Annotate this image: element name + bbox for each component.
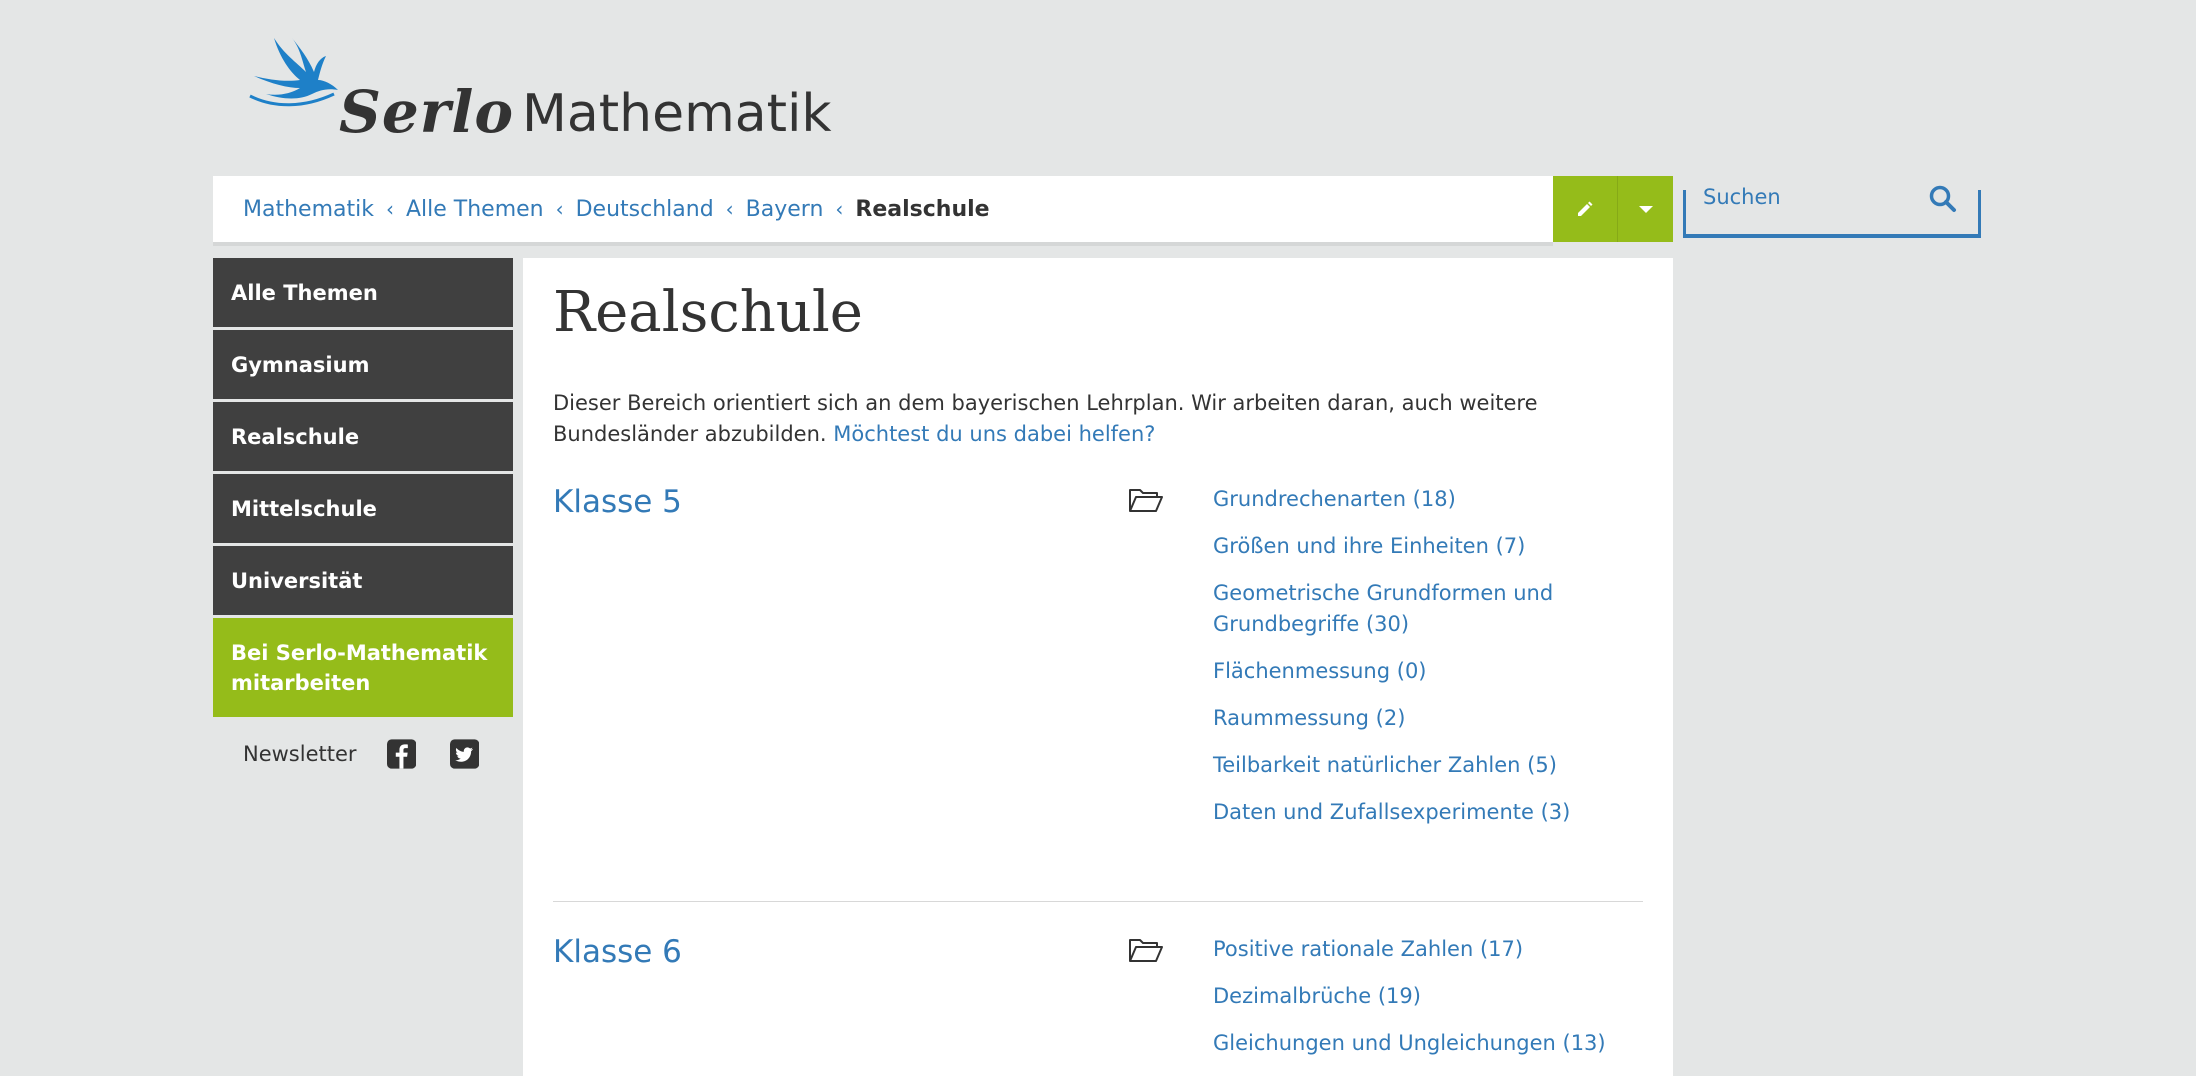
sidebar-item-universitaet[interactable]: Universität bbox=[213, 546, 513, 615]
social-links: Newsletter bbox=[213, 720, 513, 788]
sidebar-cta-mitarbeiten[interactable]: Bei Serlo-Mathematik mitarbeiten bbox=[213, 618, 513, 717]
search-icon[interactable] bbox=[1928, 184, 1958, 214]
folder-open-icon bbox=[1129, 939, 1163, 962]
section-title-klasse-6[interactable]: Klasse 6 bbox=[553, 934, 682, 970]
pencil-icon bbox=[1578, 201, 1593, 216]
breadcrumb-link-alle-themen[interactable]: Alle Themen bbox=[406, 197, 544, 222]
topic-list-klasse-5: Grundrechenarten (18) Größen und ihre Ei… bbox=[1213, 484, 1633, 844]
bird-logo-icon bbox=[249, 38, 338, 107]
caret-down-icon bbox=[1638, 205, 1653, 213]
topic-link[interactable]: Gleichungen und Ungleichungen (13) bbox=[1213, 1031, 1606, 1055]
brand-subject: Mathematik bbox=[522, 84, 832, 144]
twitter-icon[interactable] bbox=[449, 738, 479, 770]
topic-link[interactable]: Grundrechenarten (18) bbox=[1213, 487, 1456, 511]
topic-link[interactable]: Positive rationale Zahlen (17) bbox=[1213, 937, 1523, 961]
breadcrumb-link-deutschland[interactable]: Deutschland bbox=[576, 197, 714, 222]
topic-link[interactable]: Raummessung (2) bbox=[1213, 706, 1405, 730]
sidebar: Alle Themen Gymnasium Realschule Mittels… bbox=[213, 258, 513, 788]
facebook-icon[interactable] bbox=[386, 738, 416, 770]
chevron-left-icon: ‹ bbox=[725, 197, 734, 221]
chevron-left-icon: ‹ bbox=[385, 197, 394, 221]
more-options-button[interactable] bbox=[1618, 176, 1673, 242]
page-title: Realschule bbox=[553, 280, 863, 345]
breadcrumb-link-mathematik[interactable]: Mathematik bbox=[243, 197, 374, 222]
folder-open-icon bbox=[1129, 489, 1163, 512]
brand-name: Serlo bbox=[339, 78, 515, 146]
topic-link[interactable]: Flächenmessung (0) bbox=[1213, 659, 1427, 683]
topic-link[interactable]: Größen und ihre Einheiten (7) bbox=[1213, 534, 1525, 558]
intro-text: Dieser Bereich orientiert sich an dem ba… bbox=[553, 388, 1653, 450]
topic-link[interactable]: Daten und Zufallsexperimente (3) bbox=[1213, 800, 1570, 824]
section-title-klasse-5[interactable]: Klasse 5 bbox=[553, 484, 682, 520]
topic-list-klasse-6: Positive rationale Zahlen (17) Dezimalbr… bbox=[1213, 934, 1633, 1075]
breadcrumb-current: Realschule bbox=[855, 196, 990, 222]
sidebar-item-alle-themen[interactable]: Alle Themen bbox=[213, 258, 513, 327]
newsletter-link[interactable]: Newsletter bbox=[243, 742, 357, 766]
breadcrumb: Mathematik ‹ Alle Themen ‹ Deutschland ‹… bbox=[213, 176, 1553, 246]
search-input[interactable] bbox=[1701, 176, 1935, 218]
topic-link[interactable]: Teilbarkeit natürlicher Zahlen (5) bbox=[1213, 753, 1557, 777]
section-divider bbox=[553, 901, 1643, 902]
sidebar-item-gymnasium[interactable]: Gymnasium bbox=[213, 330, 513, 399]
breadcrumb-link-bayern[interactable]: Bayern bbox=[746, 197, 824, 222]
sidebar-item-mittelschule[interactable]: Mittelschule bbox=[213, 474, 513, 543]
main-content: Realschule Dieser Bereich orientiert sic… bbox=[523, 258, 1673, 1076]
site-logo[interactable]: Serlo Mathematik bbox=[244, 34, 874, 154]
search-box bbox=[1683, 176, 1981, 238]
edit-button[interactable] bbox=[1553, 176, 1618, 242]
chevron-left-icon: ‹ bbox=[555, 197, 564, 221]
help-link[interactable]: Möchtest du uns dabei helfen? bbox=[833, 422, 1155, 446]
topic-link[interactable]: Geometrische Grundformen und Grundbegrif… bbox=[1213, 581, 1553, 636]
topic-link[interactable]: Dezimalbrüche (19) bbox=[1213, 984, 1421, 1008]
sidebar-item-realschule[interactable]: Realschule bbox=[213, 402, 513, 471]
chevron-left-icon: ‹ bbox=[835, 197, 844, 221]
